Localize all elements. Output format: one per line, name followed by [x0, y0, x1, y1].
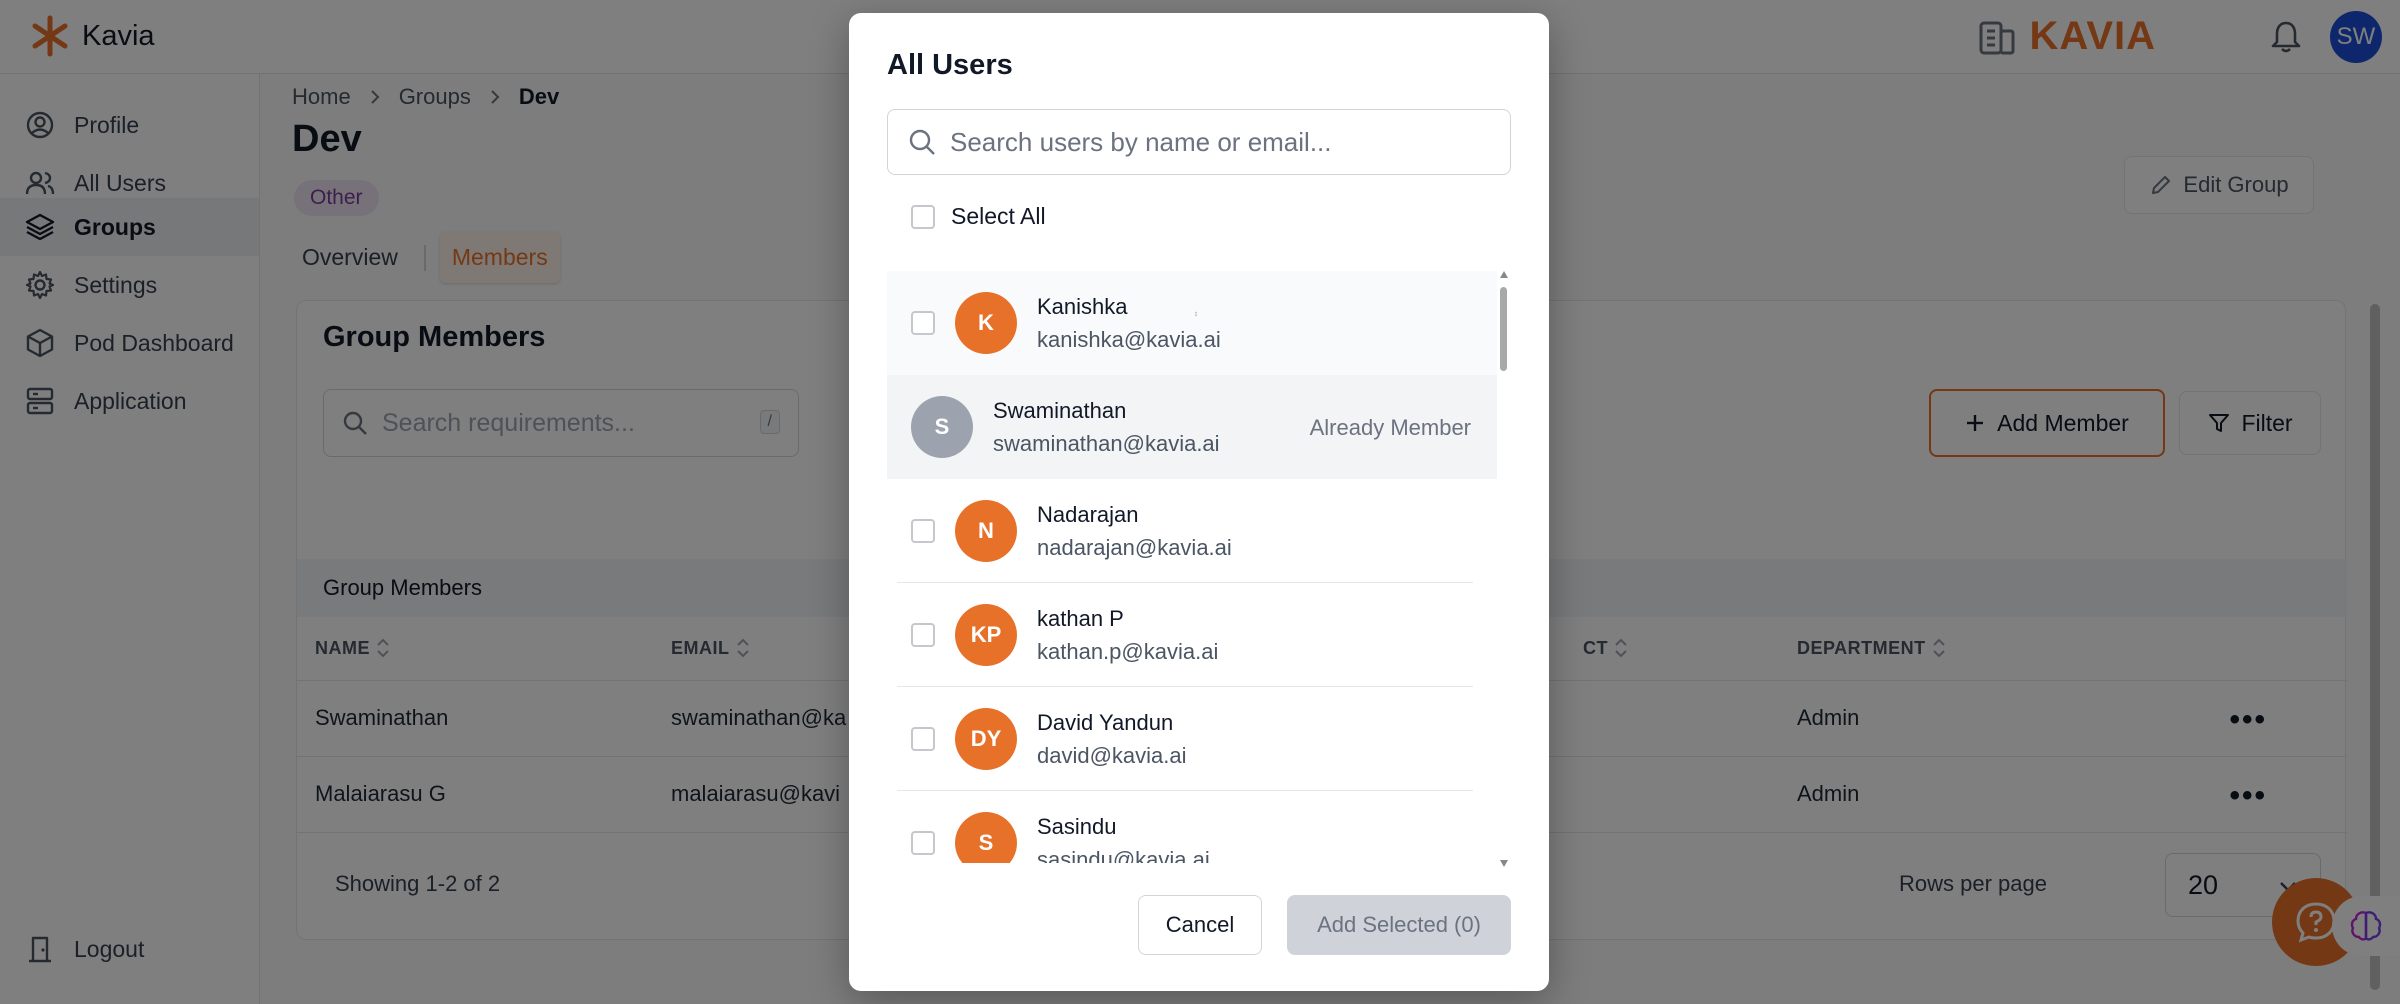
user-email: sasindu@kavia.ai	[1037, 847, 1210, 863]
select-all-checkbox[interactable]	[911, 204, 935, 229]
list-item: S Swaminathan swaminathan@kavia.ai Alrea…	[887, 375, 1497, 479]
scroll-down-arrow-icon[interactable]	[1500, 860, 1508, 867]
user-checkbox[interactable]	[911, 623, 935, 647]
user-checkbox[interactable]	[911, 727, 935, 751]
cancel-button[interactable]: Cancel	[1138, 895, 1262, 955]
avatar: KP	[955, 604, 1017, 666]
list-item[interactable]: S Sasindu sasindu@kavia.ai	[887, 791, 1497, 863]
user-email: kathan.p@kavia.ai	[1037, 639, 1219, 664]
user-email: kanishka@kavia.ai	[1037, 327, 1221, 352]
avatar: DY	[955, 708, 1017, 770]
avatar: S	[911, 396, 973, 458]
user-email: david@kavia.ai	[1037, 743, 1187, 768]
user-name: Sasindu	[1037, 814, 1117, 839]
user-checkbox[interactable]	[911, 831, 935, 855]
scroll-up-arrow-icon[interactable]	[1500, 271, 1508, 278]
list-item[interactable]: DY David Yandun david@kavia.ai	[887, 687, 1497, 791]
user-search-input[interactable]	[950, 126, 1490, 158]
all-users-modal: All Users Select All K Kanishka kanishka…	[849, 13, 1549, 991]
user-name: Nadarajan	[1037, 502, 1139, 527]
user-name: Kanishka	[1037, 294, 1128, 319]
user-checkbox[interactable]	[911, 311, 935, 335]
user-search-field[interactable]	[887, 109, 1511, 175]
user-checkbox[interactable]	[911, 519, 935, 543]
add-selected-button[interactable]: Add Selected (0)	[1287, 895, 1511, 955]
list-item[interactable]: KP kathan P kathan.p@kavia.ai	[887, 583, 1497, 687]
search-icon	[909, 129, 935, 155]
avatar: K	[955, 292, 1017, 354]
user-name: David Yandun	[1037, 710, 1174, 735]
avatar: N	[955, 500, 1017, 562]
avatar: S	[955, 812, 1017, 863]
modal-title: All Users	[887, 49, 1013, 81]
already-member-badge: Already Member	[1309, 415, 1471, 440]
scroll-thumb[interactable]	[1500, 287, 1507, 371]
user-email: nadarajan@kavia.ai	[1037, 535, 1232, 560]
select-all-row[interactable]: Select All	[911, 203, 1046, 230]
text-cursor-icon	[1195, 311, 1197, 317]
select-all-label: Select All	[951, 203, 1046, 229]
user-email: swaminathan@kavia.ai	[993, 431, 1220, 456]
user-list: K Kanishka kanishka@kavia.ai S Swaminath…	[887, 259, 1517, 863]
user-name: Swaminathan	[993, 398, 1127, 423]
list-item[interactable]: K Kanishka kanishka@kavia.ai	[887, 271, 1497, 375]
list-item[interactable]: N Nadarajan nadarajan@kavia.ai	[887, 479, 1497, 583]
user-list-scrollbar[interactable]	[1497, 271, 1511, 871]
user-name: kathan P	[1037, 606, 1124, 631]
